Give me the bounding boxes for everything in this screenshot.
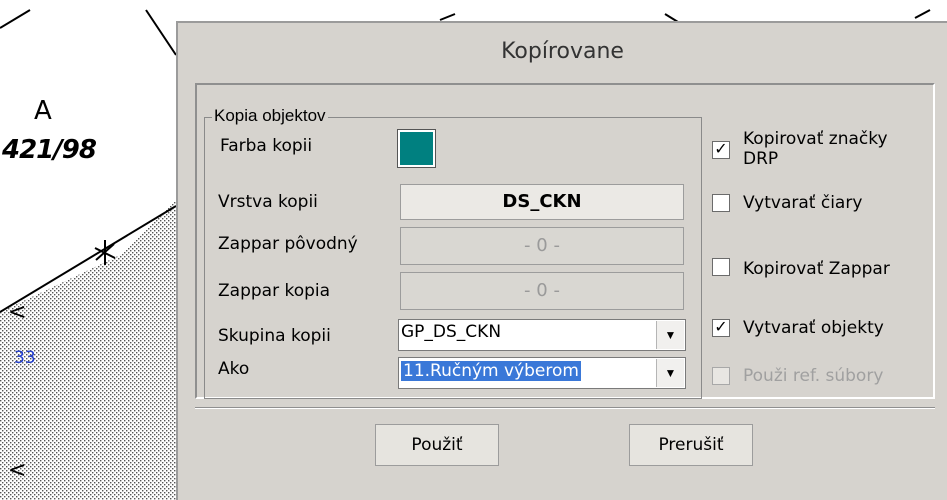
copy-drp-marks-label: Kopirovať značky DRP — [743, 129, 888, 169]
color-label: Farba kopii — [220, 136, 313, 156]
copy-drp-marks-checkbox[interactable]: ✓ — [712, 141, 730, 159]
dialog-separator — [195, 407, 935, 409]
parcel-mark: A — [34, 96, 52, 126]
how-label: Ako — [218, 359, 250, 379]
group-copy-value: GP_DS_CKN — [401, 322, 502, 342]
use-ref-files-checkbox — [712, 367, 730, 385]
parcel-boundary-line — [439, 13, 456, 21]
copy-zappar-label: Kopirovať Zappar — [743, 259, 890, 279]
how-select[interactable]: 11.Ručným výberom ▼ — [398, 357, 686, 389]
group-copy-label: Skupina kopii — [218, 326, 331, 346]
parcel-boundary-line — [914, 9, 931, 19]
cad-blue-label: 33 — [14, 348, 36, 368]
parcel-boundary-line — [145, 9, 177, 56]
parcel-boundary-line — [0, 9, 31, 29]
cad-edge-symbol: < — [8, 458, 27, 483]
zappar-copy-button: - 0 - — [400, 272, 684, 310]
chevron-down-icon[interactable]: ▼ — [656, 321, 684, 349]
apply-button[interactable]: Použiť — [375, 424, 499, 466]
checkbox-label-line: DRP — [743, 149, 779, 169]
group-title: Kopia objektov — [212, 106, 328, 126]
zappar-copy-label: Zappar kopia — [218, 281, 331, 301]
how-value: 11.Ručným výberom — [401, 361, 581, 381]
layer-label: Vrstva kopii — [218, 192, 318, 212]
dialog-title: Kopírovane — [501, 39, 624, 64]
copy-zappar-checkbox[interactable] — [712, 258, 730, 276]
copy-color-swatch[interactable] — [398, 130, 435, 167]
chevron-down-icon[interactable]: ▼ — [656, 359, 684, 387]
create-lines-label: Vytvarať čiary — [743, 193, 863, 213]
group-copy-select[interactable]: GP_DS_CKN ▼ — [398, 319, 686, 351]
parcel-number: 421/98 — [2, 135, 97, 165]
cad-edge-symbol: < — [8, 300, 27, 325]
create-objects-checkbox[interactable]: ✓ — [712, 319, 730, 337]
use-ref-files-label: Použi ref. súbory — [743, 366, 884, 386]
checkbox-label-line: Kopirovať značky — [743, 129, 888, 149]
zappar-original-button: - 0 - — [400, 227, 684, 265]
layer-button[interactable]: DS_CKN — [400, 184, 684, 220]
cancel-button[interactable]: Prerušiť — [629, 424, 753, 466]
create-lines-checkbox[interactable] — [712, 194, 730, 212]
zappar-original-label: Zappar pôvodný — [218, 234, 358, 254]
create-objects-label: Vytvarať objekty — [743, 318, 884, 338]
copy-dialog: Kopírovane Kopia objektov Farba kopii Vr… — [176, 21, 947, 500]
